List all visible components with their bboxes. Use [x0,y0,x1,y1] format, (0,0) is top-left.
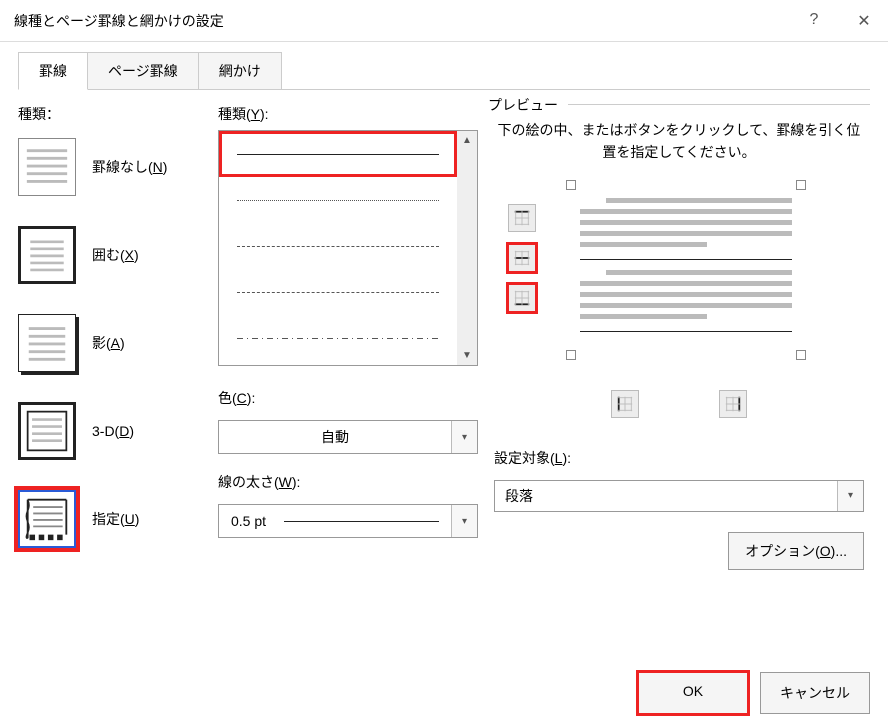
setting-shadow-label: 影(A) [92,333,125,353]
color-value: 自動 [219,427,451,447]
setting-3d[interactable]: 3-D(D) [18,402,208,460]
setting-none-icon [18,138,76,196]
preview-border-inside-h-button[interactable] [508,244,536,272]
setting-box-label: 囲む(X) [92,245,139,265]
tab-page-borders[interactable]: ページ罫線 [87,52,199,90]
style-dotted[interactable] [219,177,457,223]
setting-box[interactable]: 囲む(X) [18,226,208,284]
apply-to-arrow-icon[interactable]: ▾ [837,481,863,511]
style-dashed-small[interactable] [219,223,457,269]
style-dashed[interactable] [219,269,457,315]
color-label: 色(C): [218,388,255,408]
scroll-up-icon[interactable]: ▲ [462,135,472,146]
settings-label: 種類： [18,104,60,124]
preview-instruction: 下の絵の中、またはボタンをクリックして、罫線を引く位置を指定してください。 [494,119,864,164]
style-label: 種類(Y): [218,104,269,124]
apply-to-label: 設定対象(L): [494,448,571,468]
setting-none-label: 罫線なし(N) [92,157,167,177]
color-dropdown-arrow-icon[interactable]: ▾ [451,421,477,453]
setting-custom-icon [18,490,76,548]
setting-shadow[interactable]: 影(A) [18,314,208,372]
tab-borders[interactable]: 罫線 [18,52,88,90]
preview-label: プレビュー [488,95,568,115]
style-solid[interactable] [219,131,457,177]
setting-custom[interactable]: 指定(U) [18,490,208,548]
options-button[interactable]: オプション(O)... [728,532,864,570]
width-value: 0.5 pt [231,513,266,529]
setting-box-icon [18,226,76,284]
setting-3d-icon [18,402,76,460]
cancel-button[interactable]: キャンセル [760,672,870,714]
color-dropdown[interactable]: 自動 ▾ [218,420,478,454]
setting-3d-label: 3-D(D) [92,423,134,439]
apply-to-value: 段落 [495,486,837,506]
setting-custom-label: 指定(U) [92,509,139,529]
preview-border-right-button[interactable] [719,390,747,418]
preview-border-bottom-button[interactable] [508,284,536,312]
help-icon[interactable]: ? [804,11,824,31]
close-icon[interactable]: ✕ [854,11,874,31]
preview-border-left-button[interactable] [611,390,639,418]
style-dashdot[interactable] [219,315,457,361]
width-dropdown-arrow-icon[interactable]: ▾ [451,505,477,537]
style-scrollbar[interactable]: ▲ ▼ [457,131,477,365]
setting-none[interactable]: 罫線なし(N) [18,138,208,196]
width-sample-line [284,521,439,522]
scroll-down-icon[interactable]: ▼ [462,350,472,361]
width-dropdown[interactable]: 0.5 pt ▾ [218,504,478,538]
preview-border-top-button[interactable] [508,204,536,232]
setting-shadow-icon [18,314,76,372]
preview-canvas[interactable] [556,180,816,360]
apply-to-dropdown[interactable]: 段落 ▾ [494,480,864,512]
dialog-title: 線種とページ罫線と網かけの設定 [14,11,804,31]
width-label: 線の太さ(W): [218,472,300,492]
ok-button[interactable]: OK [638,672,748,714]
tab-shading[interactable]: 網かけ [198,52,282,90]
style-listbox[interactable]: ▲ ▼ [218,130,478,366]
